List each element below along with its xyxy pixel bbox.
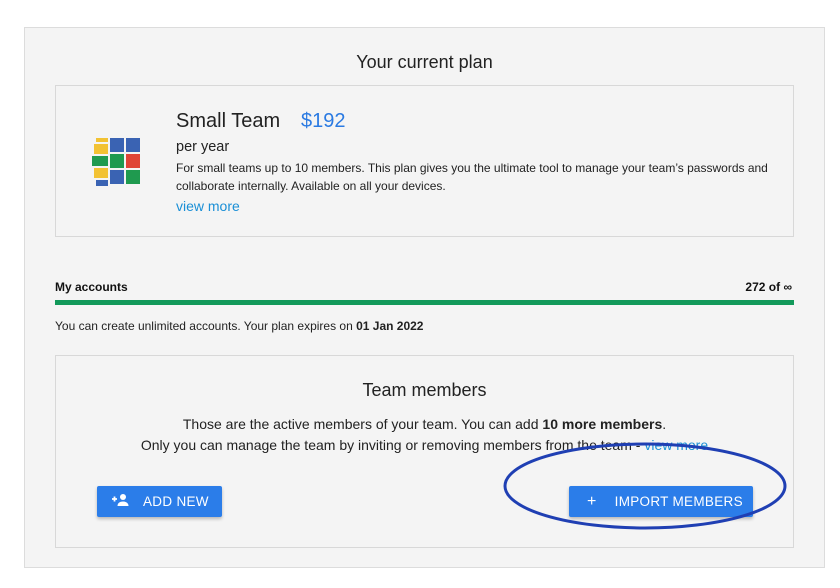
- current-plan-panel: Your current plan Small Team $192 per ye…: [24, 27, 825, 568]
- team-blocks-logo-icon: [92, 138, 140, 186]
- accounts-note: You can create unlimited accounts. Your …: [55, 319, 423, 333]
- plan-price: $192: [301, 110, 346, 132]
- import-members-button[interactable]: + IMPORT MEMBERS: [569, 486, 753, 517]
- plan-card: Small Team $192 per year For small teams…: [55, 85, 794, 237]
- add-new-member-button[interactable]: ADD NEW: [97, 486, 222, 517]
- team-view-more-link[interactable]: view more: [644, 437, 708, 453]
- accounts-note-text: You can create unlimited accounts. Your …: [55, 319, 357, 333]
- team-members-title: Team members: [362, 380, 487, 400]
- plan-description: For small teams up to 10 members. This p…: [176, 161, 768, 193]
- person-add-icon: [111, 493, 131, 510]
- team-capacity-text: Those are the active members of your tea…: [56, 416, 793, 432]
- add-new-label: ADD NEW: [143, 494, 209, 509]
- import-members-label: IMPORT MEMBERS: [614, 494, 743, 509]
- page-title: Your current plan: [356, 52, 493, 72]
- accounts-label: My accounts: [55, 280, 128, 294]
- plan-view-more-link[interactable]: view more: [176, 198, 240, 214]
- plan-period: per year: [176, 139, 230, 155]
- plan-name: Small Team: [176, 110, 281, 132]
- accounts-count: 272 of ∞: [745, 280, 792, 294]
- plus-icon: +: [587, 492, 597, 510]
- team-capacity-suffix: .: [662, 416, 667, 432]
- team-members-card: Team members Those are the active member…: [55, 355, 794, 548]
- team-management-prefix: Only you can manage the team by inviting…: [140, 437, 645, 453]
- team-management-text: Only you can manage the team by inviting…: [56, 437, 793, 453]
- accounts-progress-bar: [55, 300, 794, 305]
- team-capacity-count: 10 more members: [542, 416, 663, 432]
- team-capacity-prefix: Those are the active members of your tea…: [182, 416, 543, 432]
- accounts-progress-fill: [55, 300, 794, 305]
- plan-expiry-date: 01 Jan 2022: [356, 319, 424, 333]
